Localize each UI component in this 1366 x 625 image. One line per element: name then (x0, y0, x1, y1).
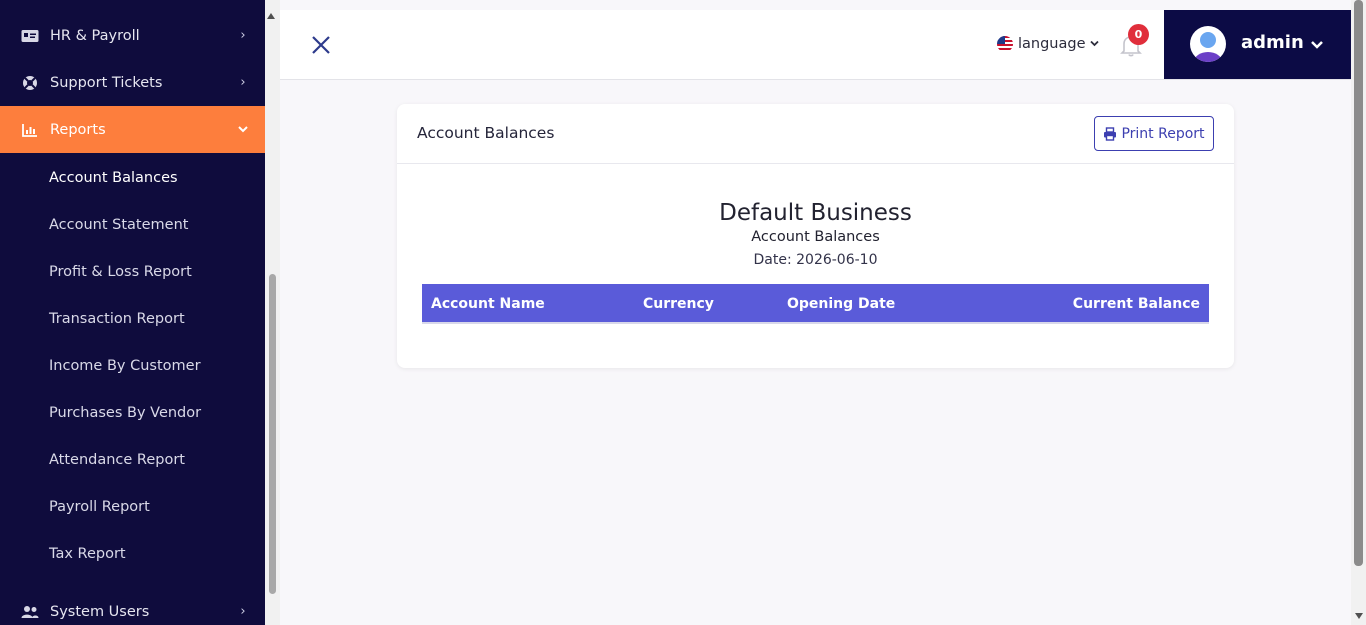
sidebar-subitem-profit-loss[interactable]: Profit & Loss Report (49, 264, 192, 280)
card-header: Account Balances Print Report (397, 104, 1234, 164)
chevron-down-icon (1310, 37, 1324, 51)
life-ring-icon (20, 75, 40, 91)
scroll-down-arrow-icon[interactable] (1355, 613, 1363, 619)
report-name: Account Balances (751, 229, 880, 245)
scroll-up-arrow-icon[interactable] (267, 13, 275, 19)
sidebar-scrollbar-thumb[interactable] (269, 274, 276, 594)
us-flag-icon (997, 36, 1013, 52)
report-date: Date: 2026-06-10 (753, 252, 878, 268)
page-scrollbar-thumb[interactable] (1354, 0, 1363, 566)
sidebar-subitem-transaction-report[interactable]: Transaction Report (49, 311, 185, 327)
sidebar-subitem-purchases-by-vendor[interactable]: Purchases By Vendor (49, 405, 201, 421)
sidebar-item-reports[interactable]: Reports (0, 106, 265, 153)
language-selector[interactable]: language (997, 34, 1099, 54)
print-report-button[interactable]: Print Report (1094, 116, 1214, 151)
sidebar-item-label: HR & Payroll (50, 27, 140, 44)
chevron-right-icon: › (240, 28, 246, 43)
sidebar-subitem-payroll-report[interactable]: Payroll Report (49, 499, 150, 515)
sidebar-subitem-account-balances[interactable]: Account Balances (49, 170, 178, 186)
column-header-currency: Currency (643, 296, 714, 312)
users-icon (20, 605, 40, 619)
sidebar-subitem-account-statement[interactable]: Account Statement (49, 217, 188, 233)
column-header-opening-date: Opening Date (787, 296, 896, 312)
id-card-icon (20, 29, 40, 43)
sidebar-subitem-income-by-customer[interactable]: Income By Customer (49, 358, 201, 374)
user-menu[interactable]: admin (1164, 10, 1351, 79)
chevron-down-icon (1089, 39, 1099, 50)
sidebar-item-support-tickets[interactable]: Support Tickets › (0, 59, 265, 106)
sidebar-item-hr-payroll[interactable]: HR & Payroll › (0, 12, 265, 59)
chevron-right-icon: › (240, 604, 246, 619)
print-report-label: Print Report (1121, 125, 1205, 142)
bar-chart-icon (20, 123, 40, 137)
sidebar-item-label: System Users (50, 603, 150, 620)
close-sidebar-button[interactable] (310, 34, 332, 56)
chevron-down-icon (233, 122, 253, 137)
business-name: Default Business (719, 200, 912, 226)
column-header-current-balance: Current Balance (1072, 296, 1200, 312)
avatar (1190, 26, 1226, 62)
sidebar-subitem-tax-report[interactable]: Tax Report (49, 546, 126, 562)
sidebar-item-label: Reports (50, 121, 106, 138)
sidebar-subitem-attendance-report[interactable]: Attendance Report (49, 452, 185, 468)
card-title: Account Balances (417, 124, 555, 142)
username-label: admin (1241, 32, 1304, 53)
sidebar-item-label: Support Tickets (50, 74, 163, 91)
report-card: Account Balances Print Report Default Bu… (397, 104, 1234, 368)
language-label: language (1018, 36, 1086, 52)
notification-count-badge: 0 (1128, 24, 1149, 45)
sidebar-item-system-users[interactable]: System Users › (0, 588, 265, 625)
column-header-account-name: Account Name (431, 296, 545, 312)
chevron-right-icon: › (240, 75, 246, 90)
table-header: Account Name Currency Opening Date Curre… (422, 284, 1209, 324)
close-icon (312, 36, 330, 54)
printer-icon (1104, 126, 1117, 141)
sidebar: HR & Payroll › Support Tickets › Reports… (0, 0, 265, 625)
